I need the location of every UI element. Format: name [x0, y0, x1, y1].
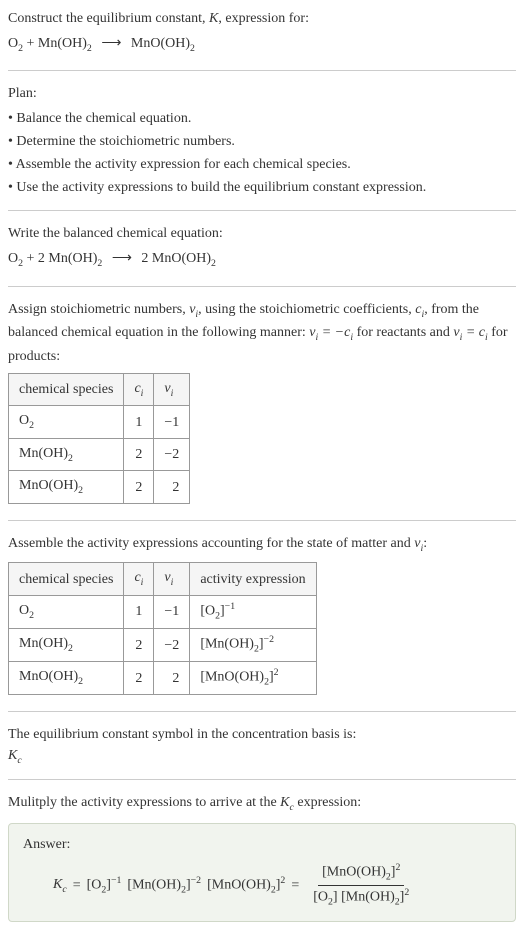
- balanced-rhs: 2 MnO(OH)2: [141, 251, 216, 266]
- table-row: MnO(OH)2 2 2 [MnO(OH)2]2: [9, 662, 317, 695]
- multiply-text: Mulitply the activity expressions to arr…: [8, 792, 516, 815]
- table-row: O2 1 −1: [9, 406, 190, 438]
- cell-ci: 2: [124, 471, 154, 503]
- formula: νi = −ci: [309, 325, 353, 340]
- table-row: Mn(OH)2 2 −2 [Mn(OH)2]−2: [9, 628, 317, 661]
- cell-activity: [O2]−1: [190, 595, 316, 628]
- cell-species: O2: [9, 406, 124, 438]
- plan-list: • Balance the chemical equation. • Deter…: [8, 108, 516, 198]
- table-row: MnO(OH)2 2 2: [9, 471, 190, 503]
- fraction: [MnO(OH)2]2 [O2] [Mn(OH)2]2: [309, 861, 413, 910]
- text-part: Assemble the activity expressions accoun…: [8, 536, 414, 551]
- arrow-icon: ⟶: [101, 33, 121, 54]
- col-ci: ci: [124, 563, 154, 595]
- text-part: Assign stoichiometric numbers,: [8, 302, 189, 317]
- cell-ci: 2: [124, 628, 154, 661]
- stoich-section: Assign stoichiometric numbers, νi, using…: [8, 299, 516, 521]
- cell-ci: 1: [124, 595, 154, 628]
- eq-symbol-section: The equilibrium constant symbol in the c…: [8, 724, 516, 779]
- kc-symbol: Kc: [8, 745, 516, 768]
- kc-symbol: Kc: [280, 795, 294, 810]
- c-symbol: ci: [415, 302, 424, 317]
- kc-expression: Kc = [O2]−1 [Mn(OH)2]−2 [MnO(OH)2]2 = [M…: [23, 861, 501, 910]
- activity-header: Assemble the activity expressions accoun…: [8, 533, 516, 556]
- cell-nui: −1: [154, 595, 190, 628]
- kc-var: Kc: [53, 874, 67, 897]
- answer-box: Answer: Kc = [O2]−1 [Mn(OH)2]−2 [MnO(OH)…: [8, 823, 516, 921]
- cell-activity: [MnO(OH)2]2: [190, 662, 316, 695]
- cell-nui: −1: [154, 406, 190, 438]
- answer-label: Answer:: [23, 834, 501, 855]
- title-prefix: Construct the equilibrium constant, K, e…: [8, 11, 309, 26]
- denominator: [O2] [Mn(OH)2]2: [309, 886, 413, 910]
- cell-species: MnO(OH)2: [9, 471, 124, 503]
- cell-species: Mn(OH)2: [9, 628, 124, 661]
- term3: [MnO(OH)2]2: [207, 874, 285, 898]
- equals: =: [291, 875, 299, 896]
- stoich-table: chemical species ci νi O2 1 −1 Mn(OH)2 2…: [8, 373, 190, 504]
- eq-lhs: O2 + Mn(OH)2: [8, 36, 92, 51]
- nu-symbol: νi: [414, 536, 423, 551]
- col-ci: ci: [124, 373, 154, 405]
- col-nui: νi: [154, 373, 190, 405]
- stoich-text: Assign stoichiometric numbers, νi, using…: [8, 299, 516, 367]
- arrow-icon: ⟶: [112, 248, 132, 269]
- text-part: :: [423, 536, 427, 551]
- balanced-equation: O2 + 2 Mn(OH)2 ⟶ 2 MnO(OH)2: [8, 248, 516, 271]
- cell-nui: 2: [154, 471, 190, 503]
- plan-section: Plan: • Balance the chemical equation. •…: [8, 83, 516, 211]
- col-activity: activity expression: [190, 563, 316, 595]
- table-header-row: chemical species ci νi activity expressi…: [9, 563, 317, 595]
- balanced-header: Write the balanced chemical equation:: [8, 223, 516, 244]
- formula: νi = ci: [453, 325, 487, 340]
- col-nui: νi: [154, 563, 190, 595]
- text-part: for reactants and: [353, 325, 453, 340]
- problem-statement: Construct the equilibrium constant, K, e…: [8, 8, 516, 71]
- table-row: O2 1 −1 [O2]−1: [9, 595, 317, 628]
- col-species: chemical species: [9, 373, 124, 405]
- cell-activity: [Mn(OH)2]−2: [190, 628, 316, 661]
- multiply-section: Mulitply the activity expressions to arr…: [8, 792, 516, 932]
- plan-header: Plan:: [8, 83, 516, 104]
- plan-item: • Determine the stoichiometric numbers.: [8, 131, 516, 152]
- eq-symbol-text: The equilibrium constant symbol in the c…: [8, 724, 516, 745]
- cell-nui: −2: [154, 628, 190, 661]
- term1: [O2]−1: [87, 874, 122, 898]
- cell-ci: 2: [124, 662, 154, 695]
- cell-species: Mn(OH)2: [9, 438, 124, 470]
- activity-section: Assemble the activity expressions accoun…: [8, 533, 516, 712]
- cell-species: O2: [9, 595, 124, 628]
- cell-nui: 2: [154, 662, 190, 695]
- table-row: Mn(OH)2 2 −2: [9, 438, 190, 470]
- text-part: , using the stoichiometric coefficients,: [198, 302, 415, 317]
- balanced-lhs: O2 + 2 Mn(OH)2: [8, 251, 102, 266]
- plan-item: • Balance the chemical equation.: [8, 108, 516, 129]
- text-part: expression:: [294, 795, 361, 810]
- cell-ci: 1: [124, 406, 154, 438]
- activity-table: chemical species ci νi activity expressi…: [8, 562, 317, 695]
- plan-item: • Assemble the activity expression for e…: [8, 154, 516, 175]
- nu-symbol: νi: [189, 302, 198, 317]
- unbalanced-equation: O2 + Mn(OH)2 ⟶ MnO(OH)2: [8, 33, 516, 56]
- numerator: [MnO(OH)2]2: [318, 861, 404, 886]
- cell-ci: 2: [124, 438, 154, 470]
- equals: =: [73, 875, 81, 896]
- text-part: Mulitply the activity expressions to arr…: [8, 795, 280, 810]
- table-header-row: chemical species ci νi: [9, 373, 190, 405]
- cell-species: MnO(OH)2: [9, 662, 124, 695]
- title-text: Construct the equilibrium constant, K, e…: [8, 8, 516, 29]
- col-species: chemical species: [9, 563, 124, 595]
- cell-nui: −2: [154, 438, 190, 470]
- term2: [Mn(OH)2]−2: [127, 874, 201, 898]
- balanced-section: Write the balanced chemical equation: O2…: [8, 223, 516, 286]
- eq-rhs: MnO(OH)2: [131, 36, 195, 51]
- plan-item: • Use the activity expressions to build …: [8, 177, 516, 198]
